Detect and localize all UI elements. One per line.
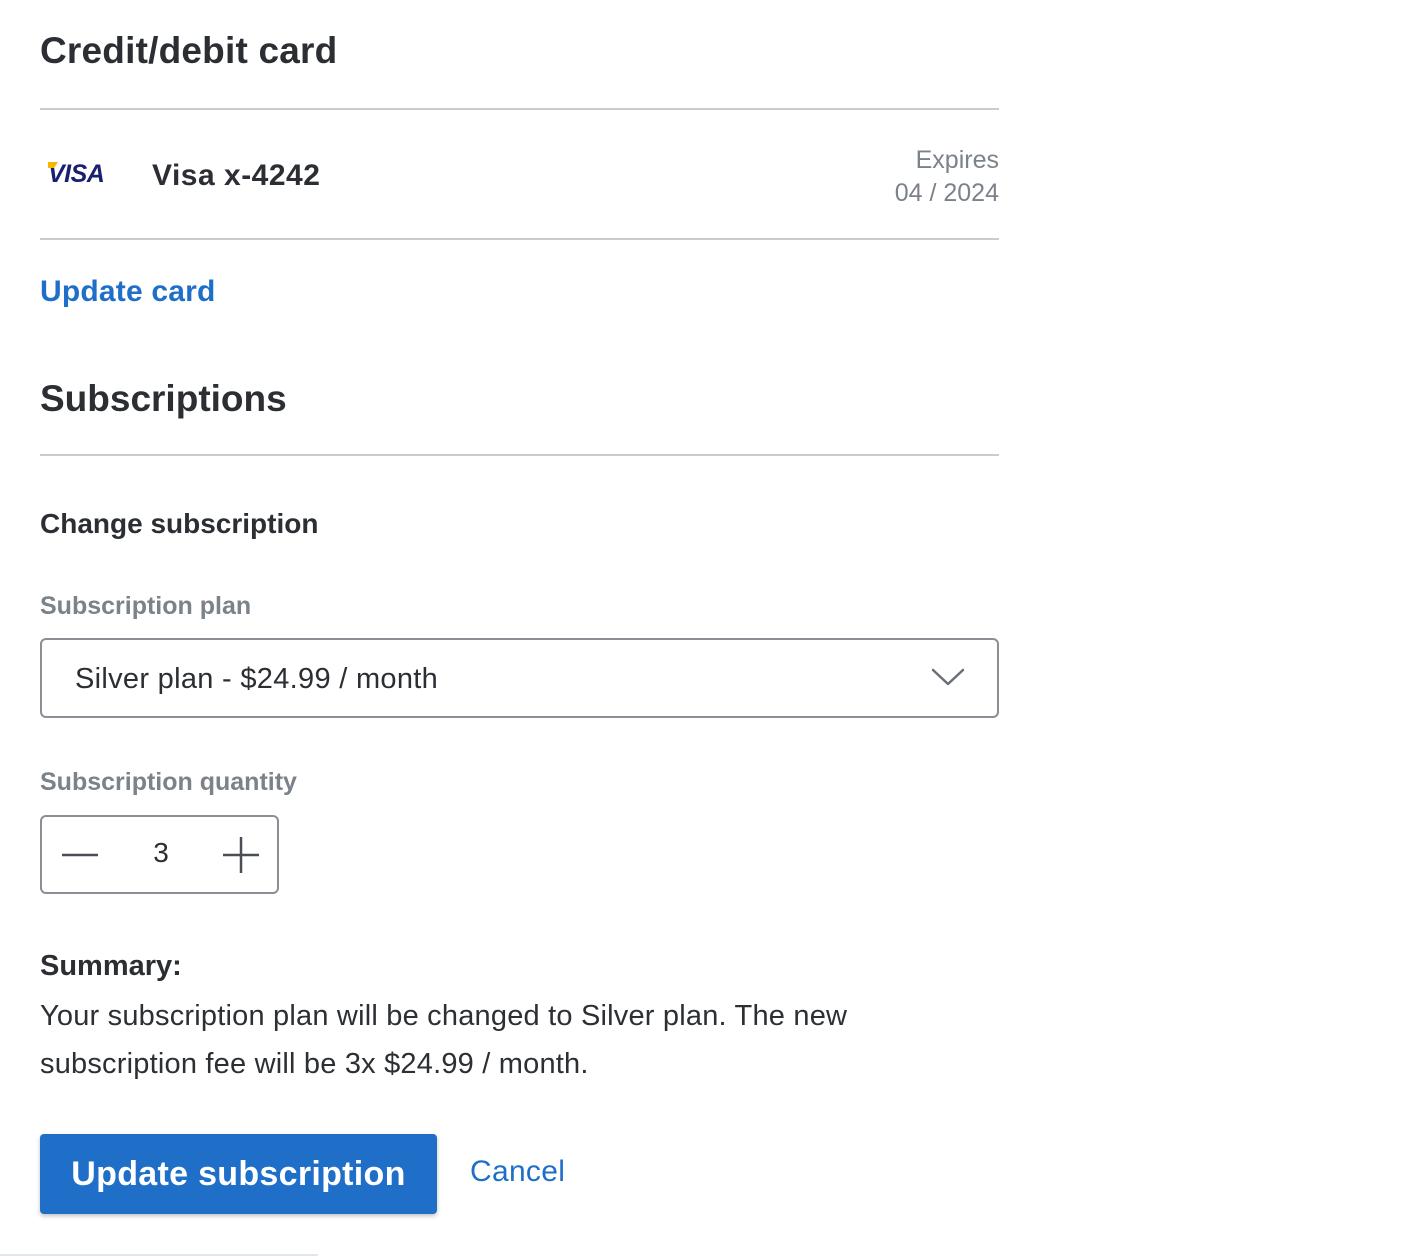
- card-label: Visa x-4242: [152, 159, 321, 192]
- cancel-link[interactable]: Cancel: [470, 1155, 565, 1189]
- expires-label: Expires: [915, 146, 999, 174]
- card-row: VISA Visa x-4242 Expires 04 / 2024: [40, 110, 999, 238]
- expires-value: 04 / 2024: [894, 179, 999, 207]
- minus-icon[interactable]: [60, 835, 100, 875]
- update-card-link[interactable]: Update card: [40, 275, 216, 309]
- quantity-value[interactable]: 3: [137, 837, 185, 869]
- quantity-stepper: 3: [40, 815, 279, 894]
- update-subscription-button[interactable]: Update subscription: [40, 1134, 437, 1214]
- visa-icon: VISA: [48, 162, 105, 187]
- subscription-quantity-label: Subscription quantity: [40, 768, 297, 796]
- change-subscription-heading: Change subscription: [40, 508, 319, 539]
- subscriptions-section-title: Subscriptions: [40, 378, 287, 419]
- selected-plan-value: Silver plan - $24.99 / month: [75, 663, 439, 695]
- card-expiry: Expires 04 / 2024: [895, 144, 999, 210]
- card-section-title: Credit/debit card: [40, 30, 338, 71]
- plus-icon[interactable]: [221, 835, 261, 875]
- subscription-plan-label: Subscription plan: [40, 592, 252, 620]
- subscription-plan-select[interactable]: Silver plan - $24.99 / month: [40, 638, 999, 718]
- summary-title: Summary:: [40, 950, 182, 982]
- chevron-down-icon: [931, 668, 965, 686]
- divider: [40, 454, 999, 456]
- summary-text: Your subscription plan will be changed t…: [40, 1000, 848, 1080]
- divider: [40, 238, 999, 240]
